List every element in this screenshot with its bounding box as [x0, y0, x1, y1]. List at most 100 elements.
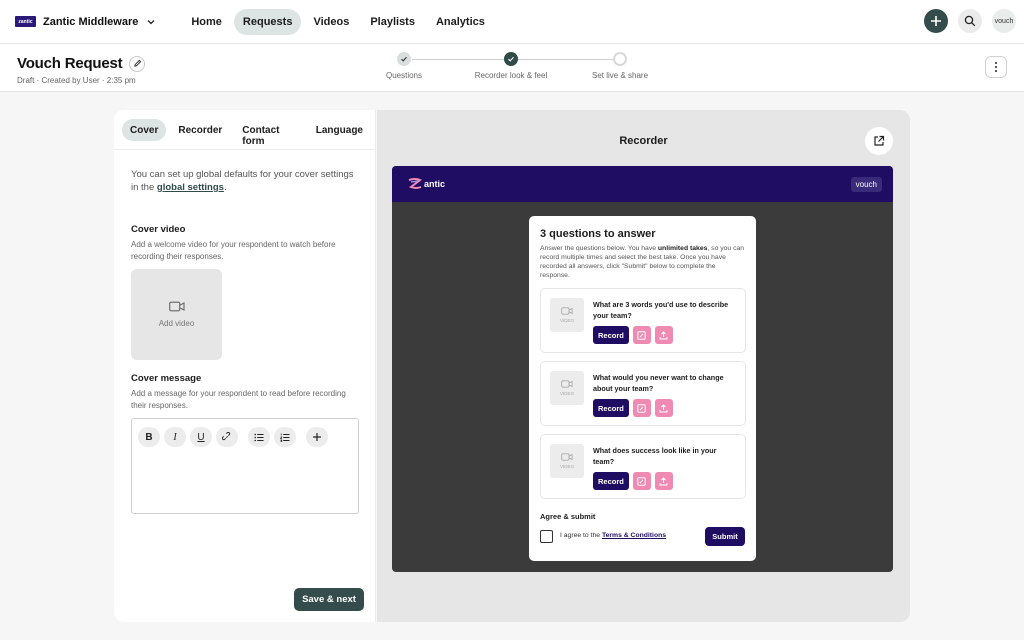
step-questions[interactable]: Questions: [359, 52, 449, 80]
write-answer-button[interactable]: [632, 399, 651, 417]
cover-message-editor[interactable]: B I U: [131, 418, 359, 514]
save-next-button[interactable]: Save & next: [294, 588, 364, 611]
write-answer-button[interactable]: [632, 472, 651, 490]
preview-title: Recorder: [619, 135, 668, 147]
nav-analytics[interactable]: Analytics: [427, 9, 494, 35]
video-thumbnail: VIDEO: [550, 444, 584, 478]
edit-note-icon: [637, 476, 647, 486]
preview-brand-bar: antic vouch: [392, 166, 893, 202]
upload-button[interactable]: [654, 326, 673, 344]
vouch-badge: vouch: [850, 177, 882, 192]
tab-contact-form[interactable]: Contact form: [234, 119, 304, 147]
upload-icon: [659, 476, 668, 485]
page-title: Vouch Request: [17, 55, 123, 72]
cover-video-title: Cover video: [131, 224, 186, 235]
terms-link[interactable]: Terms & Conditions: [602, 532, 666, 539]
terms-agreement-text: I agree to the Terms & Conditions: [560, 532, 666, 539]
upload-icon: [659, 330, 668, 339]
tab-cover[interactable]: Cover: [122, 119, 167, 141]
user-avatar[interactable]: vouch: [992, 9, 1016, 33]
step-label: Questions: [385, 71, 423, 80]
org-name: Zantic Middleware: [43, 15, 139, 28]
agree-submit-title: Agree & submit: [540, 512, 596, 521]
link-button[interactable]: [216, 427, 238, 447]
video-thumbnail: VIDEO: [550, 371, 584, 405]
settings-panel: Cover Recorder Contact form Language You…: [114, 110, 376, 622]
question-item: VIDEO What would you never want to chang…: [540, 361, 746, 426]
chevron-down-icon: [147, 19, 155, 24]
desc-bold-text: unlimited takes: [657, 245, 708, 252]
top-nav: zantic Zantic Middleware Home Requests V…: [0, 0, 1024, 44]
nav-playlists[interactable]: Playlists: [361, 9, 424, 35]
question-item: VIDEO What does success look like in you…: [540, 434, 746, 499]
step-recorder-look-feel[interactable]: Recorder look & feel: [466, 52, 556, 80]
write-answer-button[interactable]: [632, 326, 651, 344]
cover-intro: You can set up global defaults for your …: [131, 168, 358, 194]
global-settings-link[interactable]: global settings: [157, 182, 224, 193]
search-button[interactable]: [958, 9, 982, 33]
questions-card-title: 3 questions to answer: [540, 228, 656, 240]
brand-logo: antic: [408, 178, 445, 190]
tab-language[interactable]: Language: [308, 119, 371, 141]
video-label: VIDEO: [559, 391, 574, 396]
check-icon: [508, 56, 514, 62]
numbered-list-button[interactable]: [274, 427, 296, 447]
step-label: Set live & share: [591, 71, 649, 80]
italic-button[interactable]: I: [164, 427, 186, 447]
question-item: VIDEO What are 3 words you'd use to desc…: [540, 288, 746, 353]
page-subtitle: Draft · Created by User · 2:35 pm: [17, 76, 136, 85]
step-set-live-share[interactable]: Set live & share: [575, 52, 665, 80]
video-camera-icon: [561, 307, 573, 315]
video-camera-icon: [168, 301, 185, 312]
video-label: VIDEO: [559, 464, 574, 469]
bullet-list-icon: [254, 433, 264, 441]
upload-button[interactable]: [654, 399, 673, 417]
tab-recorder[interactable]: Recorder: [170, 119, 230, 141]
record-button[interactable]: Record: [593, 326, 629, 344]
step-done-indicator: [397, 52, 411, 66]
org-logo: zantic: [15, 16, 36, 27]
bold-icon: B: [145, 431, 153, 443]
video-thumbnail: VIDEO: [550, 298, 584, 332]
step-label: Recorder look & feel: [474, 71, 548, 80]
numbered-list-icon: [280, 433, 290, 442]
intro-suffix: .: [223, 182, 227, 193]
add-video-button[interactable]: Add video: [131, 269, 222, 360]
cover-video-description: Add a welcome video for your respondent …: [131, 240, 336, 261]
user-avatar-label: vouch: [994, 17, 1014, 25]
add-video-label: Add video: [158, 319, 195, 328]
insert-button[interactable]: [306, 427, 328, 447]
org-logo-text: zantic: [18, 18, 33, 25]
italic-icon: I: [173, 431, 177, 443]
record-button[interactable]: Record: [593, 399, 629, 417]
cover-message-description: Add a message for your respondent to rea…: [131, 389, 346, 410]
underline-button[interactable]: U: [190, 427, 212, 447]
check-icon: [401, 56, 407, 62]
question-text: What would you never want to change abou…: [593, 373, 724, 393]
edit-title-button[interactable]: [129, 55, 146, 72]
progress-steps: Questions Recorder look & feel Set live …: [385, 52, 665, 88]
pencil-icon: [134, 59, 142, 67]
video-camera-icon: [561, 453, 573, 461]
open-preview-button[interactable]: [865, 127, 893, 155]
settings-tabs: Cover Recorder Contact form Language: [114, 110, 375, 150]
editor-toolbar: B I U: [138, 427, 352, 447]
nav-requests[interactable]: Requests: [233, 8, 302, 35]
video-camera-icon: [561, 380, 573, 388]
terms-checkbox[interactable]: [540, 530, 553, 543]
create-button[interactable]: [924, 9, 948, 33]
external-link-icon: [874, 135, 885, 146]
more-options-button[interactable]: [985, 56, 1007, 78]
org-switcher[interactable]: zantic Zantic Middleware: [15, 16, 156, 28]
step-todo-indicator: [613, 52, 627, 66]
record-button[interactable]: Record: [593, 472, 629, 490]
zantic-logo-icon: [408, 178, 422, 189]
plus-icon: [313, 433, 321, 441]
nav-videos[interactable]: Videos: [304, 9, 358, 35]
submit-button[interactable]: Submit: [705, 527, 745, 546]
preview-panel: Recorder antic vouch 3 questions to answ…: [377, 110, 910, 622]
bold-button[interactable]: B: [138, 427, 160, 447]
bullet-list-button[interactable]: [248, 427, 270, 447]
nav-home[interactable]: Home: [182, 9, 231, 35]
upload-button[interactable]: [654, 472, 673, 490]
